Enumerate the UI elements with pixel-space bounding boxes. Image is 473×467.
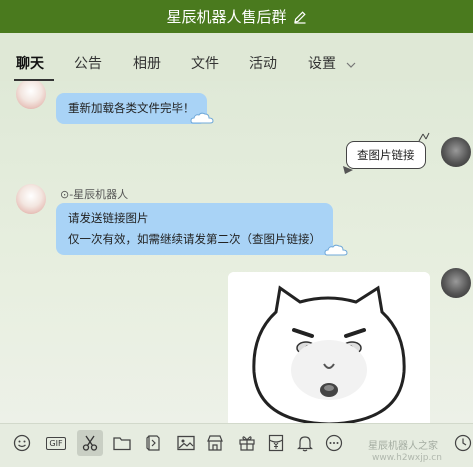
message-line: 请发送链接图片	[68, 211, 149, 225]
history-icon[interactable]	[452, 432, 473, 454]
tab-chat[interactable]: 聊天	[16, 53, 44, 73]
avatar[interactable]	[441, 137, 471, 167]
tab-album[interactable]: 相册	[133, 53, 161, 73]
tab-activity[interactable]: 活动	[249, 53, 277, 73]
message-text: 查图片链接	[357, 148, 415, 162]
bubble-decor-icon	[418, 132, 430, 142]
folder-icon[interactable]	[111, 432, 133, 454]
tab-files[interactable]: 文件	[191, 53, 219, 73]
sender-name: ⊙-星辰机器人	[60, 188, 129, 201]
group-title: 星辰机器人售后群	[166, 8, 287, 26]
tab-settings[interactable]: 设置	[308, 53, 356, 73]
image-icon[interactable]	[175, 432, 197, 454]
tab-bar: 聊天 公告 相册 文件 活动 设置	[0, 33, 473, 81]
shake-icon[interactable]	[143, 432, 165, 454]
input-toolbar: GIF 星辰机器人之家 www.h2wxjp.cn	[0, 423, 473, 467]
more-icon[interactable]	[323, 432, 345, 454]
avatar[interactable]	[16, 81, 46, 109]
bubble-cloud-icon	[190, 112, 214, 124]
gift-icon[interactable]	[236, 432, 258, 454]
watermark: 星辰机器人之家	[368, 441, 438, 452]
bubble-cloud-icon	[324, 244, 348, 256]
gif-label: GIF	[46, 436, 66, 450]
message-line: 仅一次有效，如需继续请发第二次（查图片链接）	[68, 232, 321, 246]
bubble-decor-icon	[343, 166, 353, 174]
emoji-icon[interactable]	[11, 432, 33, 454]
sticker-image[interactable]	[228, 272, 430, 423]
scissors-icon[interactable]	[77, 430, 103, 456]
edit-icon[interactable]	[293, 10, 307, 24]
tab-settings-label: 设置	[308, 56, 336, 72]
watermark-url: www.h2wxjp.cn	[372, 453, 442, 463]
avatar[interactable]	[441, 268, 471, 298]
message-bubble: 重新加载各类文件完毕！	[56, 93, 207, 124]
message-text: 重新加载各类文件完毕！	[68, 101, 195, 115]
message-bubble: 查图片链接	[346, 141, 426, 169]
bell-icon[interactable]	[294, 432, 316, 454]
chat-area[interactable]: 重新加载各类文件完毕！ 查图片链接 ⊙-星辰机器人 请发送链接图片 仅一次有效，…	[0, 81, 473, 423]
gif-icon[interactable]: GIF	[42, 432, 70, 454]
message-bubble: 请发送链接图片 仅一次有效，如需继续请发第二次（查图片链接）	[56, 203, 333, 255]
avatar[interactable]	[16, 184, 46, 214]
red-packet-icon[interactable]	[265, 432, 287, 454]
tab-announcement[interactable]: 公告	[74, 53, 102, 73]
chevron-down-icon	[346, 56, 356, 72]
store-icon[interactable]	[204, 432, 226, 454]
meme-face-image	[228, 272, 430, 423]
title-bar: 星辰机器人售后群	[0, 0, 473, 33]
